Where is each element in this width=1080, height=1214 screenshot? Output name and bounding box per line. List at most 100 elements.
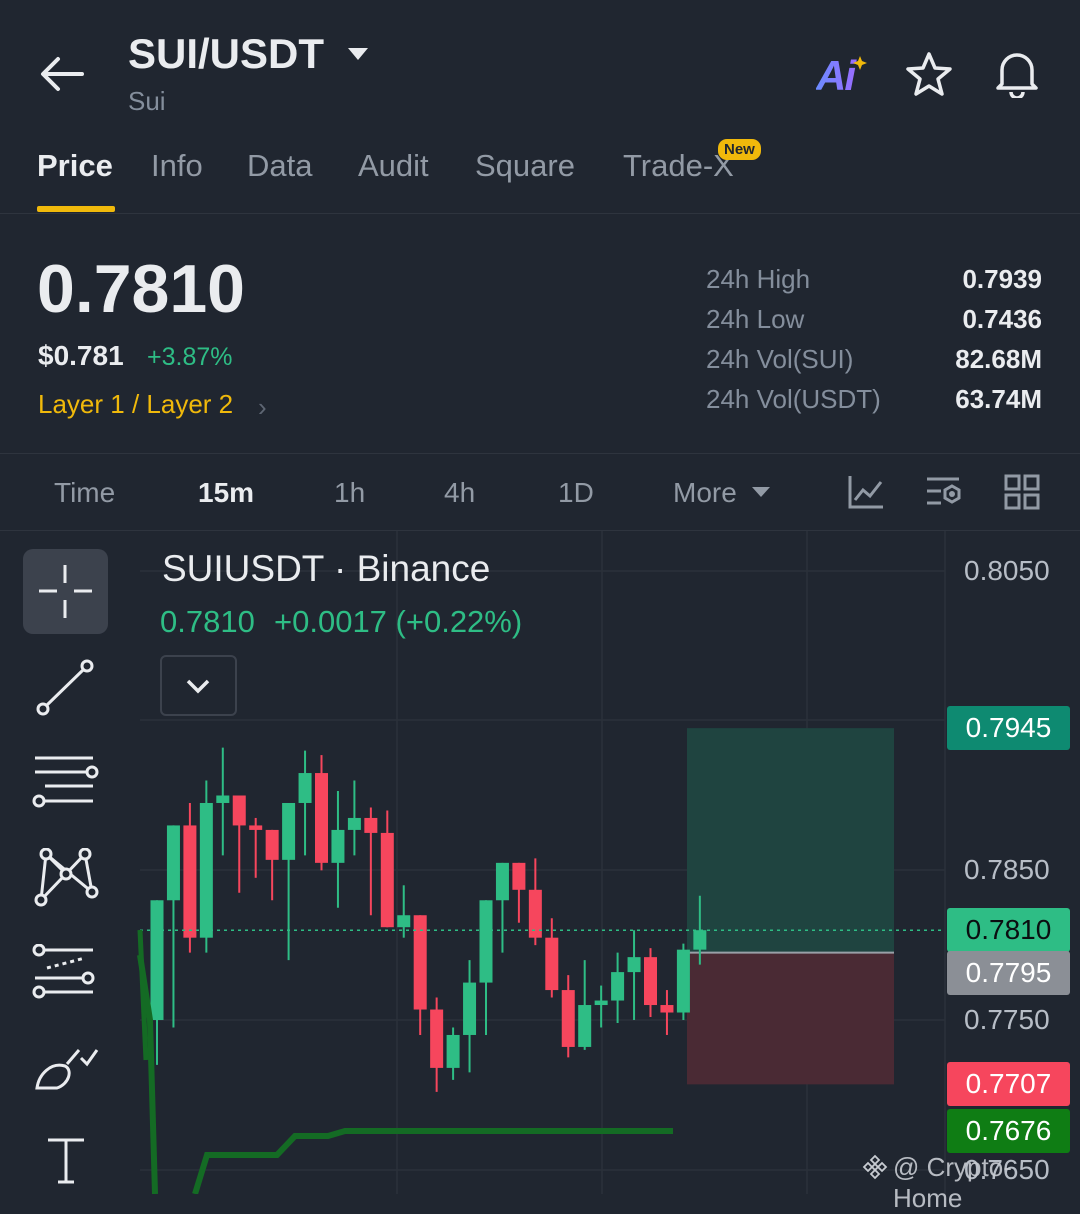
interval-15m[interactable]: 15m [198,477,254,509]
candle-body [347,817,361,830]
interval-time[interactable]: Time [54,477,115,509]
stop-loss-tag: 0.7707 [947,1062,1070,1106]
collapse-legend-button[interactable] [160,655,237,716]
candle-body [249,825,263,830]
candle-body [265,829,279,860]
position-box [687,728,894,1085]
candle-body [446,1034,460,1068]
star-icon[interactable] [905,51,953,97]
pair-title[interactable]: SUI/USDT [128,30,324,78]
new-badge: New [718,139,761,160]
stat-value: 63.74M [955,384,1042,414]
layout-grid-icon[interactable] [1004,474,1040,510]
watermark: @ Crypto-Home [893,1152,1012,1213]
brush-tool-icon[interactable] [33,1044,101,1094]
trend-line-icon[interactable] [33,658,97,718]
interval-1d[interactable]: 1D [558,477,594,509]
crosshair-icon [39,565,92,618]
text-tool-icon[interactable] [44,1136,88,1186]
candle-body [380,832,394,928]
loss-zone [687,952,894,1085]
interval-4h[interactable]: 4h [444,477,475,509]
axis-label: 0.8050 [964,555,1050,586]
candle-body [512,862,526,890]
entry-price-tag: 0.7795 [947,951,1070,995]
stat-label: 24h Vol(USDT) [706,384,881,414]
active-tab-indicator [37,206,115,212]
chart-symbol: SUIUSDT · Binance [162,548,491,589]
ai-icon[interactable]: Ai [816,52,868,98]
candle-body [644,957,657,1006]
candle-body [594,1000,608,1006]
chevron-right-icon[interactable]: › [258,392,267,423]
candle-body [282,802,296,860]
candle-body [315,773,328,863]
indicator-line-left [137,929,149,1061]
caret-down-icon[interactable] [751,486,771,498]
horizontal-lines-icon[interactable] [31,752,99,812]
chart-change: +0.0017 (+0.22%) [274,604,523,639]
back-arrow-icon[interactable] [38,52,86,96]
chart-last-price: 0.7810 [160,604,255,639]
candle-body [627,957,641,973]
take-profit-tag: 0.7945 [947,706,1070,750]
line-price-tag: 0.7676 [947,1109,1070,1153]
candle-body [430,1009,444,1068]
candle-body [331,829,345,863]
indicator-chart-icon[interactable] [847,474,885,510]
candle-body [578,1005,592,1047]
ai-label: Ai [816,52,857,98]
binance-logo-icon [862,1154,888,1180]
stat-value: 0.7939 [962,264,1042,294]
divider [0,453,1080,454]
candles [150,747,707,1092]
candle-body [150,900,164,1020]
tab-trade-x[interactable]: Trade-X [623,148,734,184]
tab-info[interactable]: Info [151,148,203,184]
tab-square[interactable]: Square [475,148,575,184]
candle-body [166,825,180,901]
stat-label: 24h High [706,264,811,294]
bell-icon[interactable] [994,48,1040,98]
indicator-line [137,954,673,1194]
divider [0,213,1080,214]
candle-body [199,802,213,938]
candle-body [561,990,575,1047]
candle-body [495,862,509,901]
candle-body [397,915,411,928]
candle-body [413,915,427,1010]
candle-body [611,972,625,1001]
candle-body [693,930,707,950]
category-link[interactable]: Layer 1 / Layer 2 [38,389,233,420]
candle-body [660,1005,674,1013]
axis-label: 0.7850 [964,854,1050,885]
candle-body [183,825,197,938]
pattern-tool-icon[interactable] [33,848,99,908]
change-percent: +3.87% [147,343,233,371]
crosshair-tool[interactable] [23,549,108,634]
candle-body [479,900,493,983]
candle-body [463,982,477,1035]
interval-more[interactable]: More [673,477,737,509]
stat-value: 0.7436 [962,304,1042,334]
chevron-down-icon [186,679,210,694]
usd-price: $0.781 [38,340,124,371]
stat-label: 24h Vol(SUI) [706,344,854,374]
chart-settings-icon[interactable] [925,474,963,510]
tab-audit[interactable]: Audit [358,148,429,184]
candle-body [364,817,378,833]
candle-body [676,949,690,1013]
fib-tool-icon[interactable] [31,944,97,1002]
last-price-tag: 0.7810 [947,908,1070,952]
caret-down-icon[interactable] [346,46,370,62]
candle-body [216,795,230,803]
stat-label: 24h Low [706,304,805,334]
profit-zone [687,728,894,953]
candle-body [298,773,312,803]
axis-label: 0.7750 [964,1004,1050,1035]
tab-data[interactable]: Data [247,148,312,184]
tab-price[interactable]: Price [37,148,113,184]
candle-body [545,937,559,991]
last-price: 0.7810 [37,251,245,327]
interval-1h[interactable]: 1h [334,477,365,509]
